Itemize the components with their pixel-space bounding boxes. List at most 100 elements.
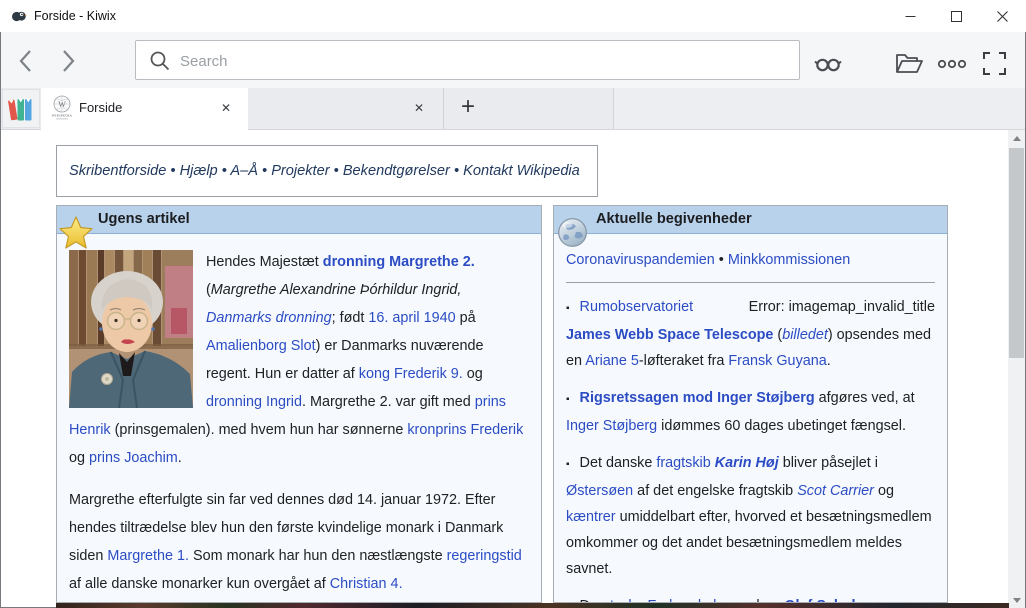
maximize-button[interactable] bbox=[933, 1, 979, 32]
scroll-down-icon bbox=[1013, 598, 1021, 603]
wiki-link[interactable]: A–Å bbox=[230, 163, 258, 179]
text-segment: (prinsgemalen). med hvem hun har sønnern… bbox=[111, 422, 408, 438]
forward-button[interactable] bbox=[55, 47, 83, 75]
wiki-link[interactable]: Fransk Guyana bbox=[728, 353, 826, 369]
wiki-link[interactable]: kronprins Frederik bbox=[407, 422, 523, 438]
page-content: Skribentforside • Hjælp • A–Å • Projekte… bbox=[1, 130, 1025, 607]
news-item-text: Det danske fragtskib Karin Høj bliver på… bbox=[566, 455, 932, 577]
search-icon bbox=[149, 50, 171, 72]
wiki-link[interactable]: prins Joachim bbox=[89, 450, 178, 466]
wiki-top-links: Skribentforside • Hjælp • A–Å • Projekte… bbox=[56, 145, 598, 197]
scrollbar-thumb[interactable] bbox=[1009, 148, 1024, 358]
wiki-link[interactable]: dronning Ingrid bbox=[206, 394, 302, 410]
news-item: ▪ Rumobservatoriet Error: imagemap_invali… bbox=[566, 294, 935, 374]
wiki-link[interactable]: Amalienborg Slot bbox=[206, 338, 316, 354]
text-segment: • bbox=[218, 163, 231, 179]
topic-links: Coronaviruspandemien • Minkkommissionen bbox=[566, 247, 935, 273]
wiki-link[interactable]: dronning Margrethe 2. bbox=[323, 254, 475, 270]
tab-close-button[interactable]: ✕ bbox=[409, 98, 429, 118]
back-icon bbox=[17, 49, 33, 73]
tabbar-empty-area bbox=[613, 88, 1025, 129]
more-options-button[interactable] bbox=[937, 57, 967, 75]
current-events-header: Aktuelle begivenheder bbox=[554, 206, 947, 234]
wiki-link[interactable]: Kontakt Wikipedia bbox=[463, 163, 580, 179]
wiki-link[interactable]: Karin Høj bbox=[715, 455, 779, 471]
wiki-link[interactable]: Skribentforside bbox=[69, 163, 166, 179]
wiki-link[interactable]: kæntrer bbox=[566, 509, 616, 525]
bullet-icon: ▪ bbox=[566, 459, 570, 470]
wiki-link[interactable]: Projekter bbox=[271, 163, 329, 179]
back-button[interactable] bbox=[11, 47, 39, 75]
wiki-link[interactable]: 16. april bbox=[368, 310, 419, 326]
close-button[interactable] bbox=[979, 1, 1025, 32]
star-icon bbox=[58, 215, 94, 255]
text-segment: • bbox=[715, 252, 728, 268]
wiki-link[interactable]: Danmarks dronning bbox=[206, 310, 332, 326]
forward-icon bbox=[61, 49, 77, 73]
library-button[interactable] bbox=[2, 89, 40, 128]
tab-forside[interactable]: W WIKIPEDIA Forside ✕ bbox=[41, 88, 248, 130]
week-article-box: Ugens artikel bbox=[56, 205, 542, 603]
maximize-icon bbox=[951, 11, 962, 22]
wiki-link[interactable]: Østersøen bbox=[566, 483, 633, 499]
wiki-link[interactable]: Rumobservatoriet bbox=[580, 299, 694, 315]
wiki-link[interactable]: kong Frederik 9. bbox=[359, 366, 463, 382]
scroll-up-button[interactable] bbox=[1008, 130, 1025, 146]
wiki-link[interactable]: Ariane 5 bbox=[585, 353, 639, 369]
article-paragraph: Margrethe efterfulgte sin far ved dennes… bbox=[69, 486, 529, 598]
text-segment: Margrethe Alexandrine Þórhildur Ingrid, bbox=[211, 282, 462, 298]
navigation-bar bbox=[1, 32, 1025, 88]
text-segment: og bbox=[463, 366, 483, 382]
open-file-button[interactable] bbox=[895, 51, 923, 80]
text-segment: • bbox=[330, 163, 343, 179]
news-item: ▪Rigsretssagen mod Inger Støjberg afgøre… bbox=[566, 385, 935, 439]
wiki-link[interactable]: Minkkommissionen bbox=[728, 252, 850, 268]
glasses-icon bbox=[813, 54, 843, 74]
search-input[interactable] bbox=[178, 42, 782, 80]
bullet-icon: ▪ bbox=[566, 303, 570, 314]
vertical-scrollbar[interactable] bbox=[1008, 130, 1025, 608]
wiki-link[interactable]: Inger Støjberg bbox=[566, 418, 657, 434]
wiki-link[interactable]: Coronaviruspandemien bbox=[566, 252, 715, 268]
margrethe-photo bbox=[69, 250, 193, 408]
new-tab-button[interactable]: + bbox=[444, 88, 492, 129]
text-segment: Hendes Majestæt bbox=[206, 254, 323, 270]
text-segment: • bbox=[450, 163, 463, 179]
wiki-link[interactable]: Scot Carrier bbox=[797, 483, 874, 499]
text-segment: • bbox=[258, 163, 271, 179]
week-article-header: Ugens artikel bbox=[57, 206, 541, 234]
text-segment: umiddelbart efter, hvorved et besætnings… bbox=[566, 509, 932, 577]
news-item: ▪Den tyske Forbundsdag vælger Olaf Schol… bbox=[566, 593, 935, 603]
text-segment: af alle danske monarker kun overgået af bbox=[69, 576, 330, 592]
tab-empty[interactable]: ✕ bbox=[248, 88, 444, 129]
folder-icon bbox=[895, 51, 923, 75]
wiki-link[interactable]: Hjælp bbox=[180, 163, 218, 179]
minimize-button[interactable] bbox=[887, 1, 933, 32]
tab-bar: W WIKIPEDIA Forside ✕ ✕ + bbox=[1, 88, 1025, 130]
wiki-link[interactable]: 1940 bbox=[424, 310, 456, 326]
wiki-link[interactable]: regeringstid bbox=[447, 548, 522, 564]
search-box bbox=[135, 40, 800, 80]
wiki-link[interactable]: fragtskib bbox=[656, 455, 710, 471]
text-segment: . bbox=[178, 450, 182, 466]
wiki-link[interactable]: Bekendtgørelser bbox=[343, 163, 450, 179]
tab-title: Forside bbox=[79, 88, 122, 128]
wiki-link[interactable]: Rigsretssagen mod Inger Støjberg bbox=[580, 390, 815, 406]
week-article-body: Hendes Majestæt dronning Margrethe 2. (M… bbox=[57, 234, 541, 603]
wiki-link[interactable]: James Webb Space Telescope bbox=[566, 327, 773, 343]
window-title: Forside - Kiwix bbox=[34, 0, 116, 32]
reading-list-button[interactable] bbox=[813, 54, 843, 79]
scroll-down-button[interactable] bbox=[1008, 592, 1025, 608]
text-segment: på bbox=[456, 310, 476, 326]
imagemap-error-text: Error: imagemap_invalid_title bbox=[749, 294, 935, 322]
kiwix-app-icon bbox=[11, 8, 27, 24]
text-segment: . bbox=[827, 353, 831, 369]
wiki-link[interactable]: Margrethe 1. bbox=[107, 548, 189, 564]
tab-close-button[interactable]: ✕ bbox=[216, 98, 236, 118]
wiki-link[interactable]: Christian 4. bbox=[330, 576, 403, 592]
svg-text:WIKIPEDIA: WIKIPEDIA bbox=[52, 114, 73, 118]
fullscreen-button[interactable] bbox=[983, 52, 1006, 80]
text-segment: af det engelske fragtskib bbox=[633, 483, 797, 499]
wiki-link[interactable]: billedet bbox=[782, 327, 828, 343]
text-segment: afgøres ved, at bbox=[815, 390, 915, 406]
